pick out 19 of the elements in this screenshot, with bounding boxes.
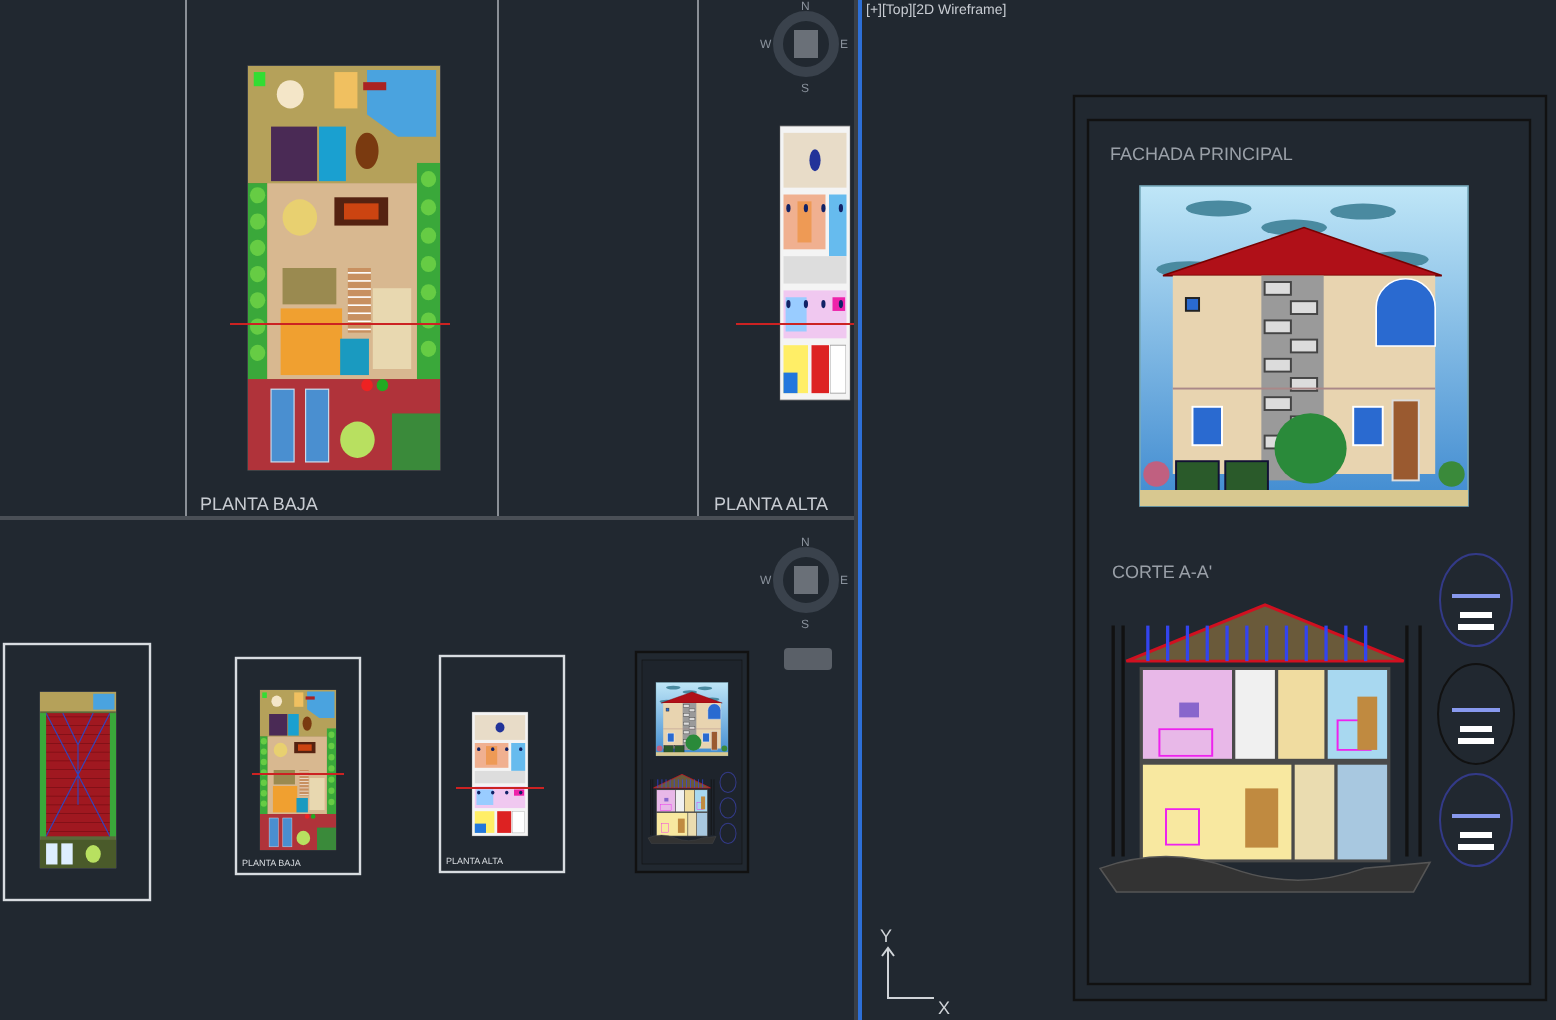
axis-label: Y — [880, 926, 893, 946]
section-line — [455, 787, 545, 789]
drawing-title: PLANTA BAJA — [200, 494, 318, 514]
ucs-axes-icon — [881, 946, 935, 999]
house-facade-drawing — [655, 682, 729, 757]
section-line — [735, 323, 854, 325]
compass-ring[interactable] — [773, 11, 839, 77]
axis-label: X — [938, 998, 951, 1018]
coordinate-system-button[interactable] — [784, 648, 832, 670]
detail-drawing — [1437, 663, 1515, 765]
drawing-title: PLANTA ALTA — [714, 494, 829, 514]
section-line — [251, 773, 345, 775]
compass-ring[interactable] — [773, 547, 839, 613]
floor-plan-drawing — [471, 711, 529, 837]
drawing-title: CORTE A-A' — [1112, 562, 1213, 582]
detail-drawing — [1439, 773, 1513, 867]
detail-drawing — [1439, 553, 1513, 647]
house-section-drawing — [647, 774, 717, 844]
drawing-title: FACHADA PRINCIPAL — [1110, 144, 1293, 164]
